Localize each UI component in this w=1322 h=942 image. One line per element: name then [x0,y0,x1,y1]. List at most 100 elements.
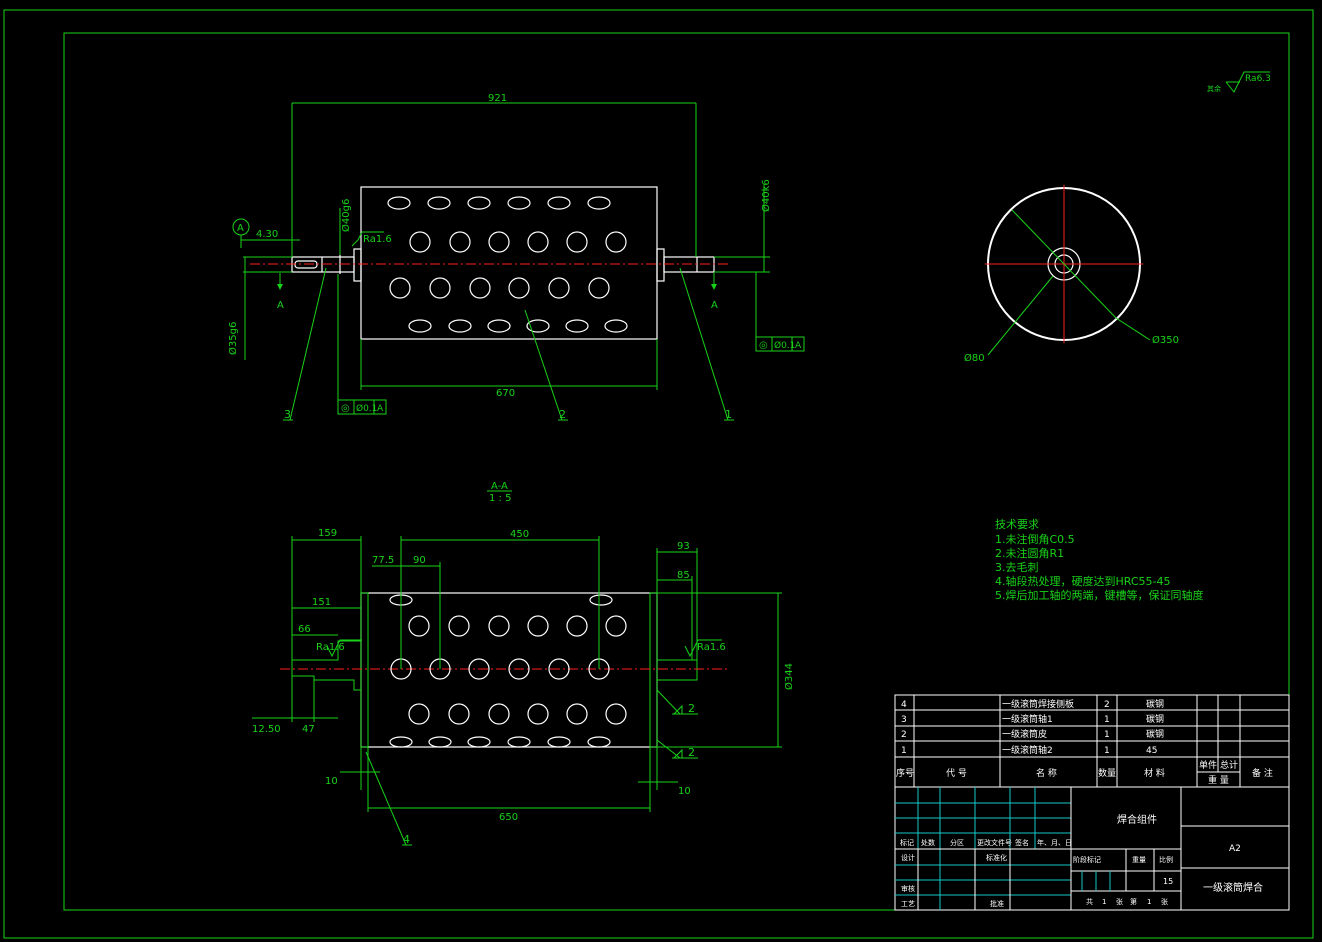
bom-row-2-no: 2 [901,730,907,740]
rev-header-file: 更改文件号 [977,838,1012,847]
bom-row-2-material: 碳钢 [1146,728,1164,740]
dim-77-5: 77.5 [372,555,394,566]
outer-border [3,9,1314,939]
bom-row-3-material: 碳钢 [1146,713,1164,725]
section-scale: 1 : 5 [489,493,511,504]
balloon-4: 4 [403,833,410,846]
dim-650: 650 [499,812,518,823]
tech-title: 技术要求 [995,518,1039,531]
front-view: 921 670 A 4.30 Ø35g6 A A Ø40g6 Ra1.6 Ø40… [227,93,805,421]
bom-row-1-qty: 1 [1104,746,1110,756]
bom-header-weight: 重 量 [1208,774,1229,786]
dim-93: 93 [677,541,690,552]
weld-symbol-b: 2 [688,746,695,759]
bom-header-remark: 备 注 [1252,767,1273,779]
label-review: 审核 [901,884,915,893]
rev-header-mark: 标记 [900,838,914,847]
tol-left-symbol: ◎ [341,403,350,414]
bom-header-code: 代 号 [946,768,967,779]
dim-4-30: 4.30 [256,229,278,240]
dim-35g6: Ø35g6 [227,322,239,355]
dim-159: 159 [318,528,337,539]
label-standard: 标准化 [986,853,1007,862]
bom-row-3-name: 一级滚筒轴1 [1002,713,1053,725]
bom-header-total: 总计 [1220,759,1238,771]
roughness-note-value: Ra6.3 [1245,74,1271,84]
scale-value: 15 [1163,877,1173,886]
drum-body [360,186,658,340]
tol-left-datum: A [377,404,384,414]
bom-header-unit: 单件 [1199,759,1217,771]
dim-47: 47 [302,724,315,735]
dim-450: 450 [510,529,529,540]
tech-item-1: 1.未注倒角C0.5 [995,532,1075,546]
bom-header-material: 材 料 [1144,767,1165,779]
dim-80: Ø80 [964,352,985,364]
label-approve: 批准 [990,899,1004,908]
roughness-section-left: Ra1.6 [316,642,345,653]
label-total: 共 [1086,897,1093,906]
label-design: 设计 [901,853,915,862]
bom-row-4-qty: 2 [1104,700,1110,710]
dim-90: 90 [413,555,426,566]
balloon-1: 1 [725,408,732,421]
dim-151: 151 [312,597,331,608]
bom-header-name: 名 称 [1036,767,1057,779]
weld-symbol-a: 2 [688,702,695,715]
label-stage-mark: 阶段标记 [1073,855,1101,864]
section-title: A-A [491,481,508,492]
tol-right-symbol: ◎ [759,340,768,351]
tech-requirements: 技术要求 1.未注倒角C0.5 2.未注圆角R1 3.去毛刺 4.轴段热处理，硬… [995,518,1204,602]
title-block: 标记 处数 分区 更改文件号 签名 年、月、日 设计 标准化 审核 工艺 批准 … [894,786,1290,911]
bom-row-3-qty: 1 [1104,715,1110,725]
bom-row-1-name: 一级滚筒轴2 [1002,744,1053,756]
bom-row-4-name: 一级滚筒焊接侧板 [1002,698,1074,710]
bom-row-4-no: 4 [901,700,907,710]
roughness-note-prefix: 其余 [1207,84,1221,93]
tech-item-5: 5.焊后加工轴的两端，键槽等，保证同轴度 [995,588,1204,602]
bom-row-3-no: 3 [901,715,907,725]
section-right-shaft [657,659,698,681]
bom-row-2-name: 一级滚筒皮 [1002,728,1047,740]
total-sheets: 1 [1102,898,1106,906]
bom-row-1-material: 45 [1146,746,1157,756]
dim-10-left: 10 [325,776,338,787]
sheet-size: A2 [1229,844,1241,854]
label-scale: 比例 [1159,855,1173,864]
dim-40k6: Ø40k6 [760,179,772,212]
cad-drawing-sheet: 其余 Ra6.3 921 670 A 4.30 Ø35g6 A A Ø40g6 … [3,9,1314,939]
side-view: Ø350 Ø80 [964,185,1179,364]
bom-row-1-no: 1 [901,746,907,756]
dim-921: 921 [488,93,507,104]
bom-table: 4 一级滚筒焊接侧板 2 碳钢 3 一级滚筒轴1 1 碳钢 2 一级滚筒皮 1 … [894,694,1290,788]
datum-a-label: A [237,223,244,234]
balloon-2: 2 [559,408,566,421]
roughness-section-right: Ra1.6 [697,642,726,653]
dim-66: 66 [298,624,311,635]
balloon-3: 3 [284,408,291,421]
bom-header-qty: 数量 [1098,767,1116,779]
tech-item-4: 4.轴段热处理，硬度达到HRC55-45 [995,574,1171,588]
bom-row-4-material: 碳钢 [1146,698,1164,710]
section-mark-left: A [277,300,284,311]
sheet-no: 1 [1147,898,1151,906]
bom-header-no: 序号 [896,767,914,779]
tol-right-value: Ø0.1 [774,340,795,351]
label-weight: 重量 [1132,856,1146,864]
dim-40g6: Ø40g6 [340,199,352,232]
dim-350: Ø350 [1152,334,1179,346]
section-view: A-A 1 : 5 159 151 66 77.5 90 450 93 85 Ø… [252,481,795,846]
bom-row-2-qty: 1 [1104,730,1110,740]
tol-left-value: Ø0.1 [356,403,377,414]
dim-85: 85 [677,570,690,581]
dim-10-right: 10 [678,786,691,797]
label-sheet-no: 第 [1130,897,1137,906]
rev-header-date: 年、月、日 [1037,838,1072,847]
tech-item-2: 2.未注圆角R1 [995,546,1064,560]
dim-670: 670 [496,388,515,399]
assembly-name: 焊合组件 [1117,813,1157,826]
dim-344: Ø344 [783,663,795,690]
roughness-front: Ra1.6 [363,234,392,245]
dim-12-50: 12.50 [252,724,281,735]
roughness-note: 其余 Ra6.3 [1207,71,1271,93]
